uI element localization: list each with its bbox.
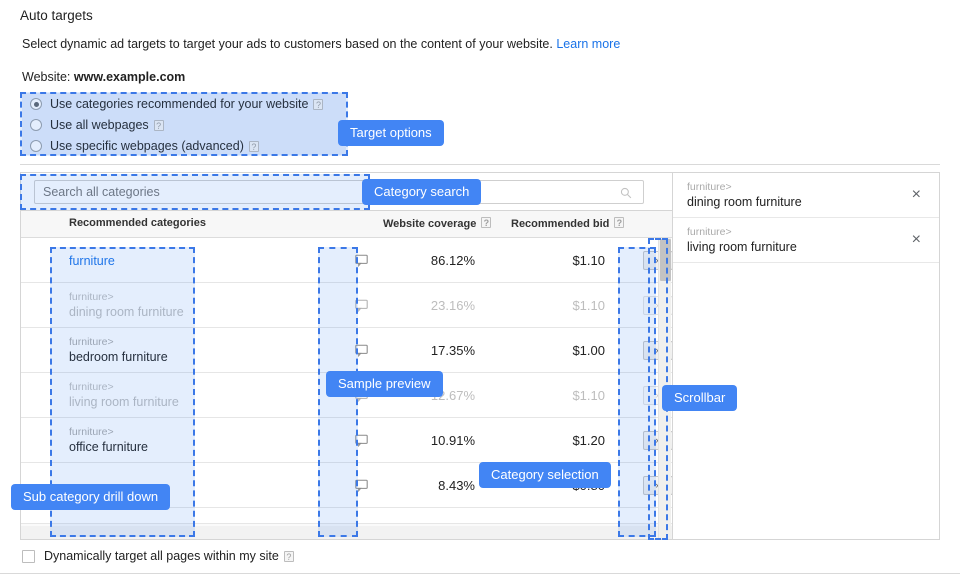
sample-preview-cell[interactable] xyxy=(343,328,379,373)
divider-bottom xyxy=(0,573,960,574)
category-parent: furniture> xyxy=(69,336,168,349)
coverage-value: 86.12% xyxy=(385,238,475,283)
radio-icon-specific-webpages[interactable] xyxy=(30,140,42,152)
website-value: www.example.com xyxy=(74,70,185,84)
radio-label-recommended: Use categories recommended for your webs… xyxy=(50,97,308,111)
comment-bubble-icon[interactable] xyxy=(355,254,368,267)
category-name[interactable]: bedroom furniture xyxy=(69,349,168,365)
bid-value: $1.00 xyxy=(509,328,605,373)
selected-category-row[interactable]: furniture> dining room furniture × xyxy=(673,173,939,218)
radio-icon-recommended[interactable] xyxy=(30,98,42,110)
radio-option-specific-webpages[interactable]: Use specific webpages (advanced) ? xyxy=(30,135,346,156)
dynamic-target-row[interactable]: Dynamically target all pages within my s… xyxy=(22,549,294,563)
radio-icon-all-webpages[interactable] xyxy=(30,119,42,131)
search-icon[interactable] xyxy=(620,187,632,199)
remove-category-icon[interactable]: × xyxy=(912,232,921,248)
remove-category-icon[interactable]: × xyxy=(912,187,921,203)
help-icon-dynamic-target[interactable]: ? xyxy=(284,551,294,562)
bid-value: $1.10 xyxy=(509,238,605,283)
selected-category-name: living room furniture xyxy=(687,239,797,255)
coverage-value: 23.16% xyxy=(385,283,475,328)
selected-categories-column: Selected categories furniture> dining ro… xyxy=(672,173,939,539)
table-header: Recommended categories Website coverage?… xyxy=(21,211,672,238)
target-options-group: Use categories recommended for your webs… xyxy=(22,93,346,155)
sample-preview-cell[interactable] xyxy=(343,463,379,508)
help-icon-bid[interactable]: ? xyxy=(614,217,624,228)
website-line: Website: www.example.com xyxy=(22,70,185,84)
radio-option-recommended[interactable]: Use categories recommended for your webs… xyxy=(30,93,346,114)
category-name: dining room furniture xyxy=(69,304,184,320)
radio-label-all-webpages: Use all webpages xyxy=(50,118,149,132)
coverage-value: 10.91% xyxy=(385,418,475,463)
help-icon-all-webpages[interactable]: ? xyxy=(154,120,164,131)
column-header-bid-label: Recommended bid xyxy=(511,218,609,230)
website-label: Website: xyxy=(22,70,70,84)
page-description-text: Select dynamic ad targets to target your… xyxy=(22,37,553,51)
callout-sample-preview: Sample preview xyxy=(326,371,443,397)
category-name[interactable]: office furniture xyxy=(69,439,148,455)
help-icon-specific-webpages[interactable]: ? xyxy=(249,141,259,152)
column-header-bid: Recommended bid? xyxy=(511,217,624,230)
selected-category-parent: furniture> xyxy=(687,226,797,239)
callout-scrollbar: Scrollbar xyxy=(662,385,737,411)
table-row[interactable]: furniture 86.12% $1.10 » xyxy=(21,238,672,283)
column-header-category: Recommended categories xyxy=(69,217,206,229)
auto-targets-page: Auto targets Select dynamic ad targets t… xyxy=(0,0,960,579)
scrollbar-thumb[interactable] xyxy=(660,239,671,281)
comment-bubble-icon[interactable] xyxy=(355,479,368,492)
divider-top xyxy=(20,164,940,165)
callout-category-selection: Category selection xyxy=(479,462,611,488)
sample-preview-cell[interactable] xyxy=(343,418,379,463)
bid-value: $1.10 xyxy=(509,283,605,328)
category-name[interactable]: furniture xyxy=(69,253,115,269)
dynamic-target-checkbox[interactable] xyxy=(22,550,35,563)
page-title: Auto targets xyxy=(20,8,93,23)
selected-category-parent: furniture> xyxy=(687,181,802,194)
bid-value: $1.20 xyxy=(509,418,605,463)
coverage-value: 8.43% xyxy=(385,463,475,508)
category-cell[interactable]: furniture> dining room furniture xyxy=(69,283,184,328)
selected-category-text: furniture> living room furniture xyxy=(687,218,797,263)
search-input[interactable] xyxy=(34,180,644,204)
help-icon-recommended[interactable]: ? xyxy=(313,99,323,110)
learn-more-link[interactable]: Learn more xyxy=(556,37,620,51)
help-icon-coverage[interactable]: ? xyxy=(481,217,491,228)
category-parent: furniture> xyxy=(69,291,184,304)
column-header-coverage: Website coverage? xyxy=(383,217,491,230)
sample-preview-cell[interactable] xyxy=(343,283,379,328)
category-name: living room furniture xyxy=(69,394,179,410)
selected-category-text: furniture> dining room furniture xyxy=(687,173,802,218)
category-cell[interactable]: furniture xyxy=(69,238,115,283)
callout-sub-category-drill-down: Sub category drill down xyxy=(11,484,170,510)
comment-bubble-icon[interactable] xyxy=(355,299,368,312)
coverage-value: 17.35% xyxy=(385,328,475,373)
category-parent: furniture> xyxy=(69,426,148,439)
search-bar xyxy=(21,173,672,211)
table-row-partial[interactable] xyxy=(21,508,672,524)
category-cell[interactable]: furniture> bedroom furniture xyxy=(69,328,168,373)
callout-category-search: Category search xyxy=(362,179,481,205)
sample-preview-cell[interactable] xyxy=(343,238,379,283)
table-footer-strip xyxy=(21,526,672,539)
radio-label-specific-webpages: Use specific webpages (advanced) xyxy=(50,139,244,153)
table-row[interactable]: furniture> office furniture 10.91% $1.20… xyxy=(21,418,672,463)
selected-category-name: dining room furniture xyxy=(687,194,802,210)
category-cell[interactable]: furniture> office furniture xyxy=(69,418,148,463)
category-cell[interactable]: furniture> living room furniture xyxy=(69,373,179,418)
callout-target-options: Target options xyxy=(338,120,444,146)
comment-bubble-icon[interactable] xyxy=(355,434,368,447)
dynamic-target-label: Dynamically target all pages within my s… xyxy=(44,549,279,563)
table-row[interactable]: furniture> bedroom furniture 17.35% $1.0… xyxy=(21,328,672,373)
table-row[interactable]: furniture> dining room furniture 23.16% … xyxy=(21,283,672,328)
comment-bubble-icon[interactable] xyxy=(355,344,368,357)
column-header-coverage-label: Website coverage xyxy=(383,218,476,230)
selected-category-row[interactable]: furniture> living room furniture × xyxy=(673,218,939,263)
bid-value: $1.10 xyxy=(509,373,605,418)
page-description: Select dynamic ad targets to target your… xyxy=(22,37,620,51)
category-parent: furniture> xyxy=(69,381,179,394)
radio-option-all-webpages[interactable]: Use all webpages ? xyxy=(30,114,346,135)
